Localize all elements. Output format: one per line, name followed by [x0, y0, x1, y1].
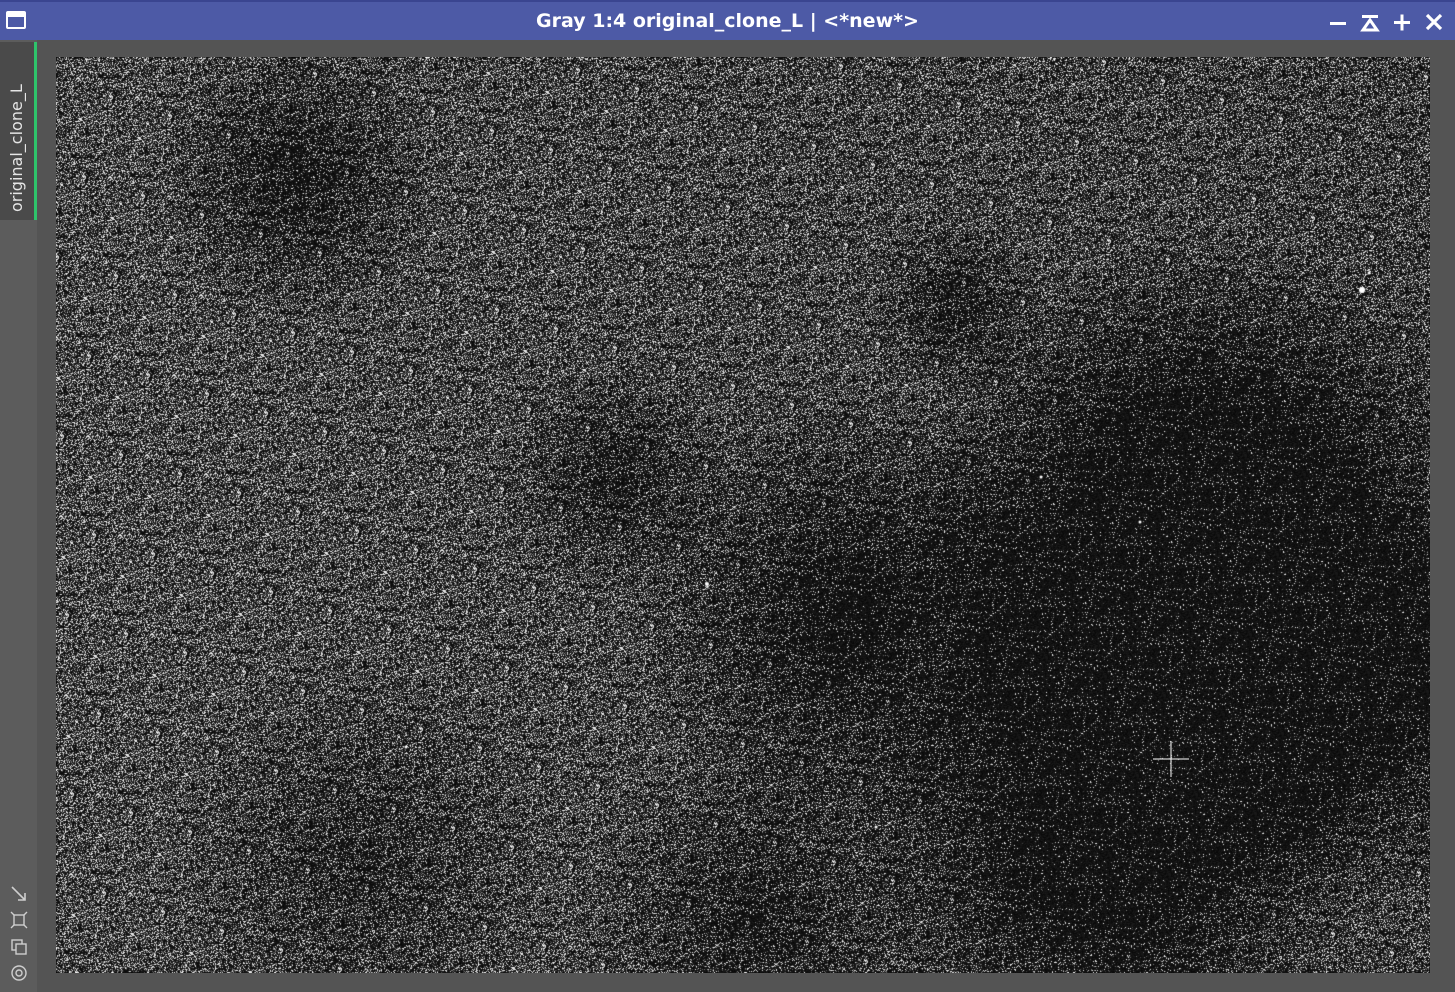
view-tab-label: original_clone_L [7, 84, 26, 212]
shade-icon[interactable] [1358, 10, 1382, 34]
close-icon[interactable] [1422, 10, 1446, 34]
minimize-icon[interactable] [1326, 10, 1350, 34]
window-title: Gray 1:4 original_clone_L | <*new*> [536, 10, 919, 32]
left-tool-panel: original_clone_L [0, 40, 37, 992]
window-titlebar[interactable]: Gray 1:4 original_clone_L | <*new*> [0, 0, 1455, 40]
astronomical-image [56, 57, 1430, 973]
maximize-icon[interactable] [1390, 10, 1414, 34]
view-tab-original-clone-l[interactable]: original_clone_L [0, 42, 37, 220]
target-icon[interactable] [9, 963, 29, 983]
image-view[interactable] [56, 57, 1430, 973]
clone-icon[interactable] [9, 937, 29, 957]
crosshair-cursor-icon [1153, 741, 1189, 777]
resize-icon[interactable] [9, 884, 29, 904]
fit-view-icon[interactable] [9, 910, 29, 930]
